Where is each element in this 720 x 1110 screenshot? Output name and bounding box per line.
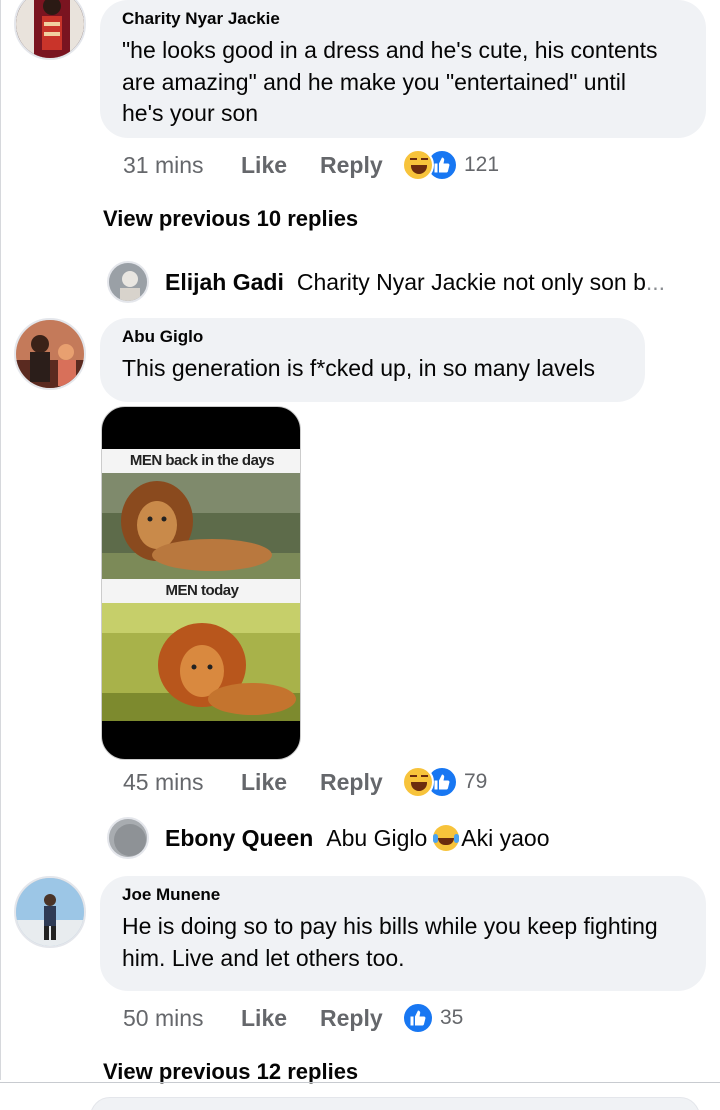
lion-photo-bottom — [102, 603, 300, 721]
comment-bubble: Joe Munene He is doing so to pay his bil… — [100, 876, 706, 991]
comment-actions: 31 mins Like Reply 121 — [123, 148, 499, 182]
meme-image[interactable]: MEN back in the days MEN today — [101, 406, 301, 760]
reply-preview[interactable]: Elijah Gadi Charity Nyar Jackie not only… — [107, 260, 665, 304]
comment-text-line: are amazing" and he make you "entertaine… — [122, 68, 626, 95]
reaction-count: 35 — [440, 1006, 464, 1029]
comment-author[interactable]: Abu Giglo — [122, 326, 623, 348]
comment-bubble: Abu Giglo This generation is f*cked up, … — [100, 318, 645, 402]
comment-author[interactable]: Joe Munene — [122, 884, 684, 906]
laughing-crying-emoji-icon — [433, 825, 460, 851]
comment-text-line: he's your son — [122, 100, 259, 126]
comment-text-line: "he looks good in a dress and he's cute,… — [122, 37, 658, 63]
lion-photo-top — [102, 473, 300, 579]
reply-text: Aki yaoo — [461, 824, 550, 851]
meme-caption-bottom: MEN today — [102, 579, 300, 603]
reaction-count: 79 — [464, 770, 488, 793]
avatar-joe[interactable] — [14, 876, 86, 948]
haha-reaction-icon — [402, 149, 434, 181]
like-reaction-icon — [402, 1002, 434, 1034]
reply-mention[interactable]: Abu Giglo — [326, 825, 427, 852]
reaction-summary[interactable]: 79 — [402, 765, 487, 799]
comment-timestamp[interactable]: 50 mins — [123, 1005, 241, 1032]
haha-reaction-icon — [402, 766, 434, 798]
avatar-elijah[interactable] — [107, 261, 149, 303]
reply-button[interactable]: Reply — [320, 769, 402, 796]
like-button[interactable]: Like — [241, 769, 320, 796]
comment-author[interactable]: Charity Nyar Jackie — [122, 8, 684, 30]
reply-ellipsis: ... — [645, 268, 666, 295]
thread-line — [0, 0, 1, 1080]
comment-actions: 45 mins Like Reply 79 — [123, 765, 487, 799]
comment-text-line: him. Live and let others too. — [122, 944, 405, 971]
reply-text: Charity Nyar Jackie not only son b — [296, 268, 646, 295]
comment-text-line: This generation is f*cked up, in so many… — [122, 355, 596, 381]
avatar-charity[interactable] — [14, 0, 86, 60]
avatar-ebony[interactable] — [107, 817, 149, 859]
meme-caption-top: MEN back in the days — [102, 449, 300, 473]
reply-author[interactable]: Elijah Gadi — [165, 269, 284, 296]
reaction-count: 121 — [464, 153, 500, 176]
reply-button[interactable]: Reply — [320, 152, 402, 179]
comment-bubble: Charity Nyar Jackie "he looks good in a … — [100, 0, 706, 138]
comment-timestamp[interactable]: 45 mins — [123, 769, 241, 796]
view-previous-replies-link[interactable]: View previous 10 replies — [103, 206, 358, 232]
comment-text-line: He is doing so to pay his bills while yo… — [122, 913, 658, 939]
comment-timestamp[interactable]: 31 mins — [123, 152, 241, 179]
comment-composer[interactable] — [90, 1097, 700, 1110]
reaction-summary[interactable]: 121 — [402, 148, 499, 182]
reply-preview[interactable]: Ebony Queen Abu Giglo Aki yaoo — [107, 816, 549, 860]
like-button[interactable]: Like — [241, 1005, 320, 1032]
comment-actions: 50 mins Like Reply 35 — [123, 1001, 463, 1035]
avatar-abu[interactable] — [14, 318, 86, 390]
divider — [0, 1082, 720, 1083]
reply-author[interactable]: Ebony Queen — [165, 825, 313, 852]
reply-button[interactable]: Reply — [320, 1005, 402, 1032]
like-button[interactable]: Like — [241, 152, 320, 179]
reaction-summary[interactable]: 35 — [402, 1001, 463, 1035]
